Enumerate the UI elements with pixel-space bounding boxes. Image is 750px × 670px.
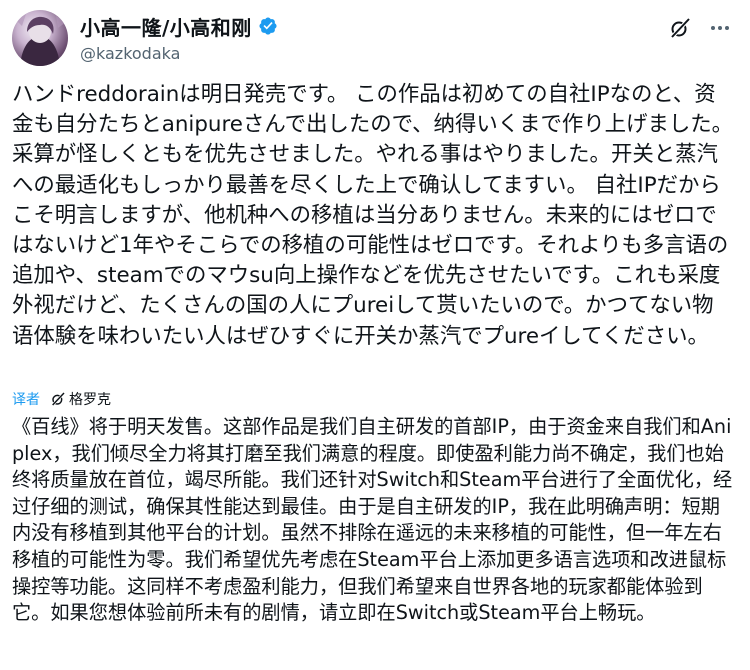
post-card: 小高一隆/小高和刚 @kazkodaka ハンドreddorainは明日発売です…	[0, 0, 750, 670]
translator-name: 格罗克	[69, 392, 111, 408]
post-text: ハンドreddorainは明日発売です。 この作品は初めての自社IPなのと、资金…	[12, 82, 734, 349]
translated-text: 《百线》将于明天发售。这部作品是我们自主研发的首部IP，由于资金来自我们和Ani…	[12, 415, 733, 625]
handle[interactable]: @kazkodaka	[80, 44, 278, 63]
translation-attribution: 译者 格罗克	[12, 388, 111, 410]
verified-badge-icon	[258, 16, 278, 36]
more-options-icon[interactable]	[708, 16, 732, 40]
grok-icon[interactable]	[668, 16, 692, 40]
avatar[interactable]	[12, 10, 68, 66]
display-name[interactable]: 小高一隆/小高和刚	[80, 12, 252, 41]
translation-label[interactable]: 译者	[12, 389, 40, 409]
author-info: 小高一隆/小高和刚 @kazkodaka	[80, 14, 278, 63]
avatar-illustration	[16, 14, 66, 66]
post-header: 小高一隆/小高和刚 @kazkodaka	[12, 10, 738, 70]
grok-icon	[50, 391, 66, 407]
display-name-row: 小高一隆/小高和刚	[80, 12, 278, 41]
